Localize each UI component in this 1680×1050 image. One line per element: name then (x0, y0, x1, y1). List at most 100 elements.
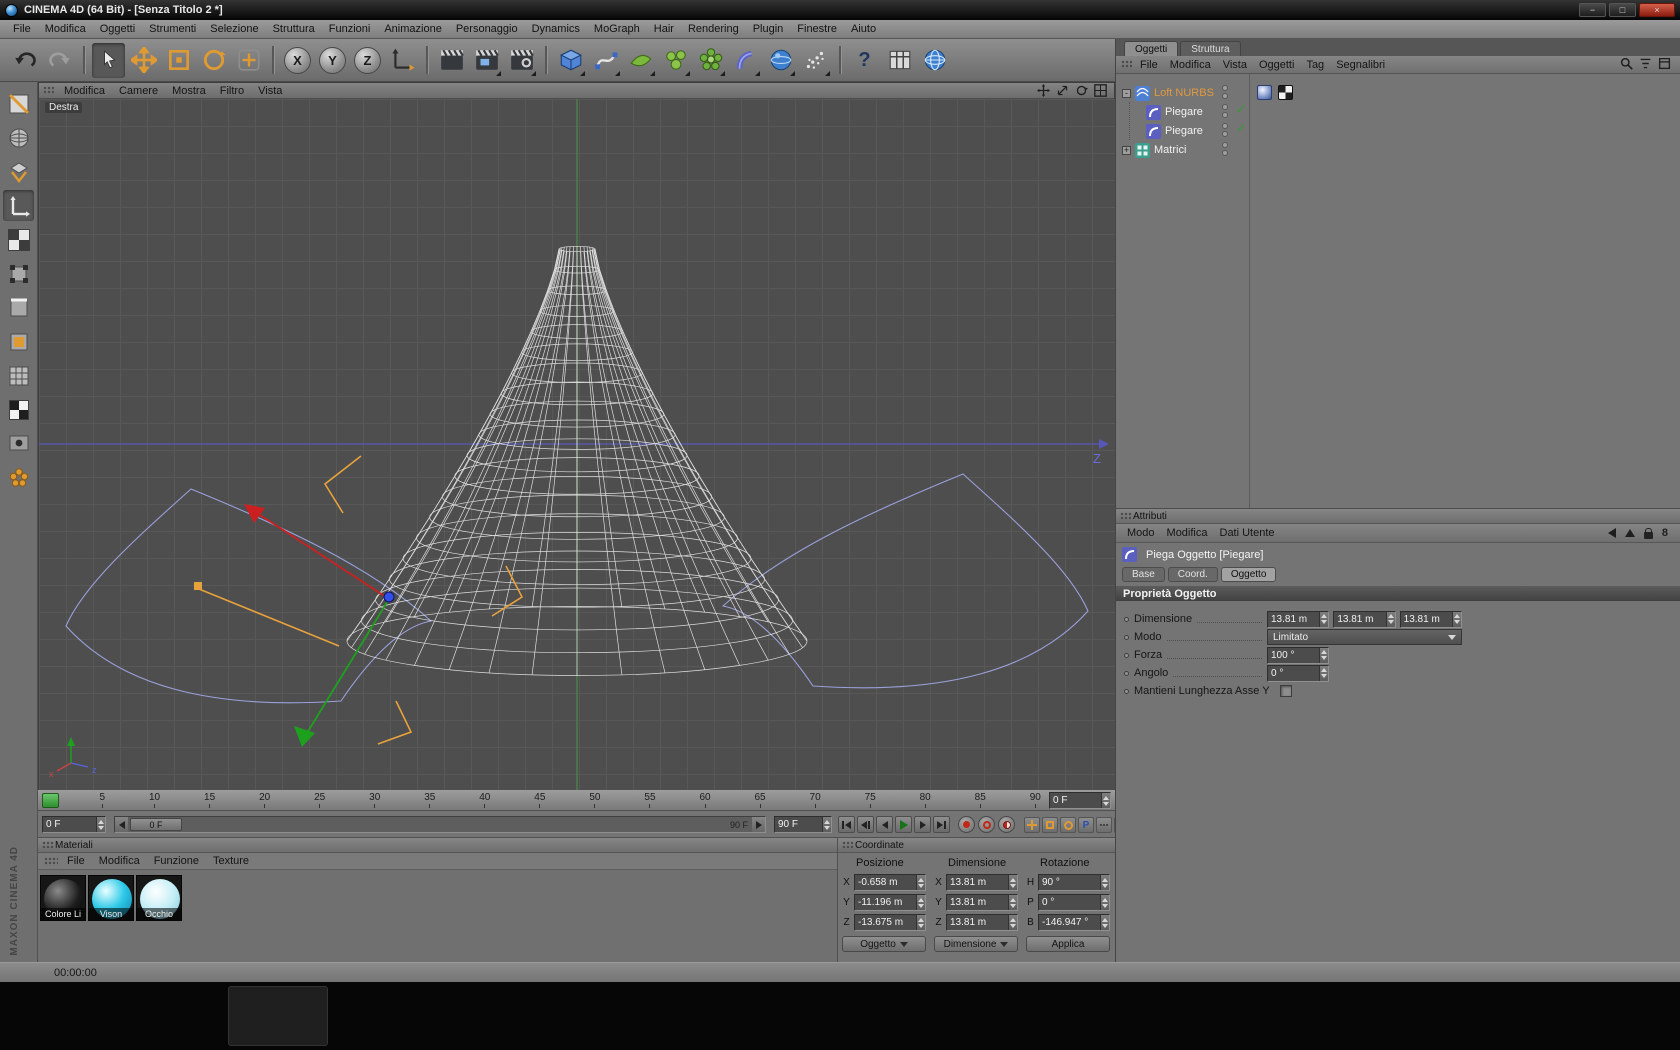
visibility-toggles[interactable] (1222, 142, 1228, 156)
history-back-icon[interactable] (1608, 528, 1616, 538)
forza-field[interactable]: 100 ° (1267, 647, 1329, 664)
timeline-playhead[interactable] (42, 793, 59, 808)
record-modes-button[interactable] (998, 816, 1015, 833)
viewport-menu-camere[interactable]: Camere (113, 85, 164, 97)
content-browser-icon[interactable] (883, 43, 916, 78)
materials-menu-funzione[interactable]: Funzione (147, 855, 206, 867)
menu-funzioni[interactable]: Funzioni (322, 22, 378, 36)
stepper[interactable] (1100, 895, 1109, 910)
filter-icon[interactable] (1639, 57, 1652, 73)
panel-grip[interactable] (44, 857, 58, 866)
spline-point-handle[interactable] (194, 582, 202, 590)
edges-mode-icon[interactable] (3, 292, 34, 323)
viewport-menu-filtro[interactable]: Filtro (214, 85, 250, 97)
play-button[interactable] (895, 816, 912, 833)
object-label[interactable]: Piegare (1165, 106, 1203, 118)
particles-icon[interactable] (799, 43, 832, 78)
panel-grip[interactable] (1121, 60, 1132, 69)
stepper[interactable] (916, 895, 925, 910)
dimensione-y-field[interactable]: 13.81 m (1333, 611, 1395, 628)
render-settings-icon[interactable] (505, 43, 538, 78)
x-axis-lock-button[interactable]: X (281, 43, 314, 78)
dimensione-z-field[interactable]: 13.81 m (1400, 611, 1462, 628)
viewport-menu-mostra[interactable]: Mostra (166, 85, 212, 97)
object-origin-handle[interactable] (384, 592, 394, 602)
taskbar-item[interactable] (228, 986, 328, 1046)
tab-struttura[interactable]: Struttura (1180, 41, 1240, 56)
deformer-icon[interactable] (729, 43, 762, 78)
menu-finestre[interactable]: Finestre (790, 22, 844, 36)
position-z-field[interactable]: -13.675 m (854, 914, 926, 931)
size-mode-dropdown[interactable]: Dimensione (934, 936, 1018, 952)
om-menu-tag[interactable]: Tag (1300, 59, 1330, 71)
end-frame-field[interactable]: 90 F (774, 816, 832, 833)
object-row-piegare-1[interactable]: Piegare (1146, 103, 1203, 121)
record-scale-toggle[interactable] (1042, 817, 1058, 833)
stepper[interactable] (822, 817, 831, 832)
coordinate-system-icon[interactable] (386, 43, 419, 78)
dimensione-x-field[interactable]: 13.81 m (1267, 611, 1329, 628)
object-label[interactable]: Piegare (1165, 125, 1203, 137)
visibility-toggles[interactable] (1222, 123, 1228, 137)
autokeying-button[interactable] (978, 816, 995, 833)
parent-object-icon[interactable] (1625, 529, 1635, 537)
record-keyframe-button[interactable] (958, 816, 975, 833)
close-button[interactable]: × (1639, 3, 1675, 17)
timeline-frame-field[interactable]: 0 F (1049, 792, 1111, 809)
attr-menu-modo[interactable]: Modo (1121, 527, 1161, 539)
texture-mode-icon[interactable] (3, 156, 34, 187)
y-axis-handle[interactable] (307, 599, 389, 733)
redo-icon[interactable] (43, 43, 76, 78)
position-x-field[interactable]: -0.658 m (854, 874, 926, 891)
menu-file[interactable]: File (6, 22, 38, 36)
viewport-canvas[interactable]: Destra Z (39, 99, 1116, 791)
expand-icon[interactable]: + (1122, 146, 1131, 155)
rotation-b-field[interactable]: -146.947 ° (1038, 914, 1110, 931)
x-axis-arrowhead[interactable] (244, 504, 265, 523)
size-y-field[interactable]: 13.81 m (946, 894, 1018, 911)
snap-settings-icon[interactable] (3, 462, 34, 493)
object-axis-mode-icon[interactable] (3, 190, 34, 221)
stepper[interactable] (916, 875, 925, 890)
tab-oggetto[interactable]: Oggetto (1221, 567, 1277, 582)
tab-base[interactable]: Base (1122, 567, 1165, 582)
mograph-icon[interactable] (694, 43, 727, 78)
compositing-tag-icon[interactable] (1278, 85, 1293, 100)
object-label[interactable]: Matrici (1154, 144, 1186, 156)
material-thumbnail[interactable]: Colore Li (40, 875, 86, 921)
size-x-field[interactable]: 13.81 m (946, 874, 1018, 891)
y-axis-arrowhead[interactable] (294, 726, 315, 747)
menu-aiuto[interactable]: Aiuto (844, 22, 883, 36)
rotate-tool-icon[interactable] (197, 43, 230, 78)
collapse-icon[interactable]: - (1122, 89, 1131, 98)
make-editable-icon[interactable] (3, 88, 34, 119)
attributes-header[interactable]: Attributi (1116, 509, 1680, 524)
record-pla-toggle[interactable] (1096, 817, 1112, 833)
om-menu-vista[interactable]: Vista (1217, 59, 1253, 71)
object-row-matrici[interactable]: + Matrici (1122, 141, 1186, 159)
record-rotation-toggle[interactable] (1060, 817, 1076, 833)
menu-plugin[interactable]: Plugin (746, 22, 791, 36)
stepper[interactable] (916, 915, 925, 930)
om-menu-modifica[interactable]: Modifica (1164, 59, 1217, 71)
stepper[interactable] (1101, 793, 1110, 808)
frame-range-slider[interactable]: 0 F 90 F (114, 816, 766, 833)
zoom-view-icon[interactable] (1055, 84, 1070, 97)
scale-tool-icon[interactable] (162, 43, 195, 78)
coordinate-header[interactable]: Coordinate (838, 838, 1115, 853)
minimize-button[interactable]: − (1579, 3, 1606, 17)
stepper[interactable] (1319, 612, 1328, 627)
stepper[interactable] (1008, 875, 1017, 890)
om-menu-oggetti[interactable]: Oggetti (1253, 59, 1300, 71)
texture-axis-mode-icon[interactable] (3, 224, 34, 255)
slider-thumb[interactable]: 0 F (130, 818, 182, 831)
windows-taskbar[interactable] (0, 982, 1680, 1050)
animation-dot-icon[interactable] (1124, 635, 1129, 640)
rotation-p-field[interactable]: 0 ° (1038, 894, 1110, 911)
modo-dropdown[interactable]: Limitato (1267, 629, 1462, 645)
model-mode-icon[interactable] (3, 122, 34, 153)
timeline-ruler[interactable]: 0 5 10 15 20 25 30 35 40 45 50 55 60 65 … (38, 790, 1115, 811)
points-mode-icon[interactable] (3, 258, 34, 289)
tab-coord[interactable]: Coord. (1168, 567, 1218, 582)
animation-dot-icon[interactable] (1124, 671, 1129, 676)
